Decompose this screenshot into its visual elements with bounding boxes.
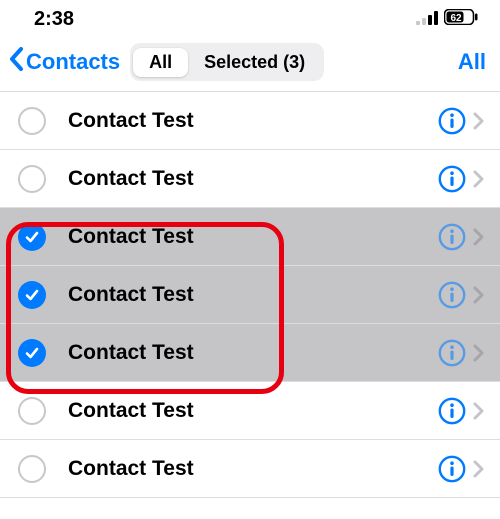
- contacts-list: Contact Test Contact Test Contact Test C…: [0, 92, 500, 498]
- contact-name: Contact Test: [68, 109, 438, 133]
- checkbox-unchecked-icon[interactable]: [18, 107, 46, 135]
- chevron-right-icon: [472, 343, 486, 363]
- chevron-right-icon: [472, 285, 486, 305]
- segment-all[interactable]: All: [133, 48, 188, 77]
- back-button[interactable]: Contacts: [8, 46, 120, 78]
- chevron-right-icon: [472, 459, 486, 479]
- contact-name: Contact Test: [68, 225, 438, 249]
- info-button[interactable]: [438, 339, 486, 367]
- chevron-right-icon: [472, 401, 486, 421]
- checkbox-unchecked-icon[interactable]: [18, 397, 46, 425]
- chevron-left-icon: [8, 46, 26, 78]
- segmented-control: All Selected (3): [130, 43, 324, 81]
- info-icon: [438, 223, 466, 251]
- contact-name: Contact Test: [68, 399, 438, 423]
- info-icon: [438, 107, 466, 135]
- info-icon: [438, 397, 466, 425]
- info-icon: [438, 281, 466, 309]
- info-button[interactable]: [438, 455, 486, 483]
- contact-row[interactable]: Contact Test: [0, 266, 500, 324]
- info-icon: [438, 339, 466, 367]
- contact-row[interactable]: Contact Test: [0, 150, 500, 208]
- contact-name: Contact Test: [68, 167, 438, 191]
- status-right: 62: [416, 8, 478, 31]
- info-button[interactable]: [438, 397, 486, 425]
- cellular-icon: [416, 8, 438, 31]
- contact-row[interactable]: Contact Test: [0, 208, 500, 266]
- checkbox-checked-icon[interactable]: [18, 281, 46, 309]
- battery-icon: 62: [444, 8, 478, 31]
- chevron-right-icon: [472, 227, 486, 247]
- info-button[interactable]: [438, 165, 486, 193]
- checkbox-unchecked-icon[interactable]: [18, 455, 46, 483]
- battery-pct-label: 62: [450, 13, 462, 24]
- contact-row[interactable]: Contact Test: [0, 324, 500, 382]
- chevron-right-icon: [472, 169, 486, 189]
- info-icon: [438, 165, 466, 193]
- contact-name: Contact Test: [68, 283, 438, 307]
- contact-name: Contact Test: [68, 457, 438, 481]
- contact-name: Contact Test: [68, 341, 438, 365]
- contact-row[interactable]: Contact Test: [0, 92, 500, 150]
- contact-row[interactable]: Contact Test: [0, 440, 500, 498]
- select-all-button[interactable]: All: [458, 49, 486, 75]
- nav-bar: Contacts All Selected (3) All: [0, 37, 500, 92]
- checkbox-unchecked-icon[interactable]: [18, 165, 46, 193]
- chevron-right-icon: [472, 111, 486, 131]
- contact-row[interactable]: Contact Test: [0, 382, 500, 440]
- info-button[interactable]: [438, 223, 486, 251]
- segment-selected[interactable]: Selected (3): [188, 48, 321, 77]
- info-button[interactable]: [438, 107, 486, 135]
- status-bar: 2:38 62: [0, 0, 500, 37]
- status-time: 2:38: [34, 8, 74, 31]
- info-icon: [438, 455, 466, 483]
- info-button[interactable]: [438, 281, 486, 309]
- back-label: Contacts: [26, 49, 120, 75]
- checkbox-checked-icon[interactable]: [18, 339, 46, 367]
- checkbox-checked-icon[interactable]: [18, 223, 46, 251]
